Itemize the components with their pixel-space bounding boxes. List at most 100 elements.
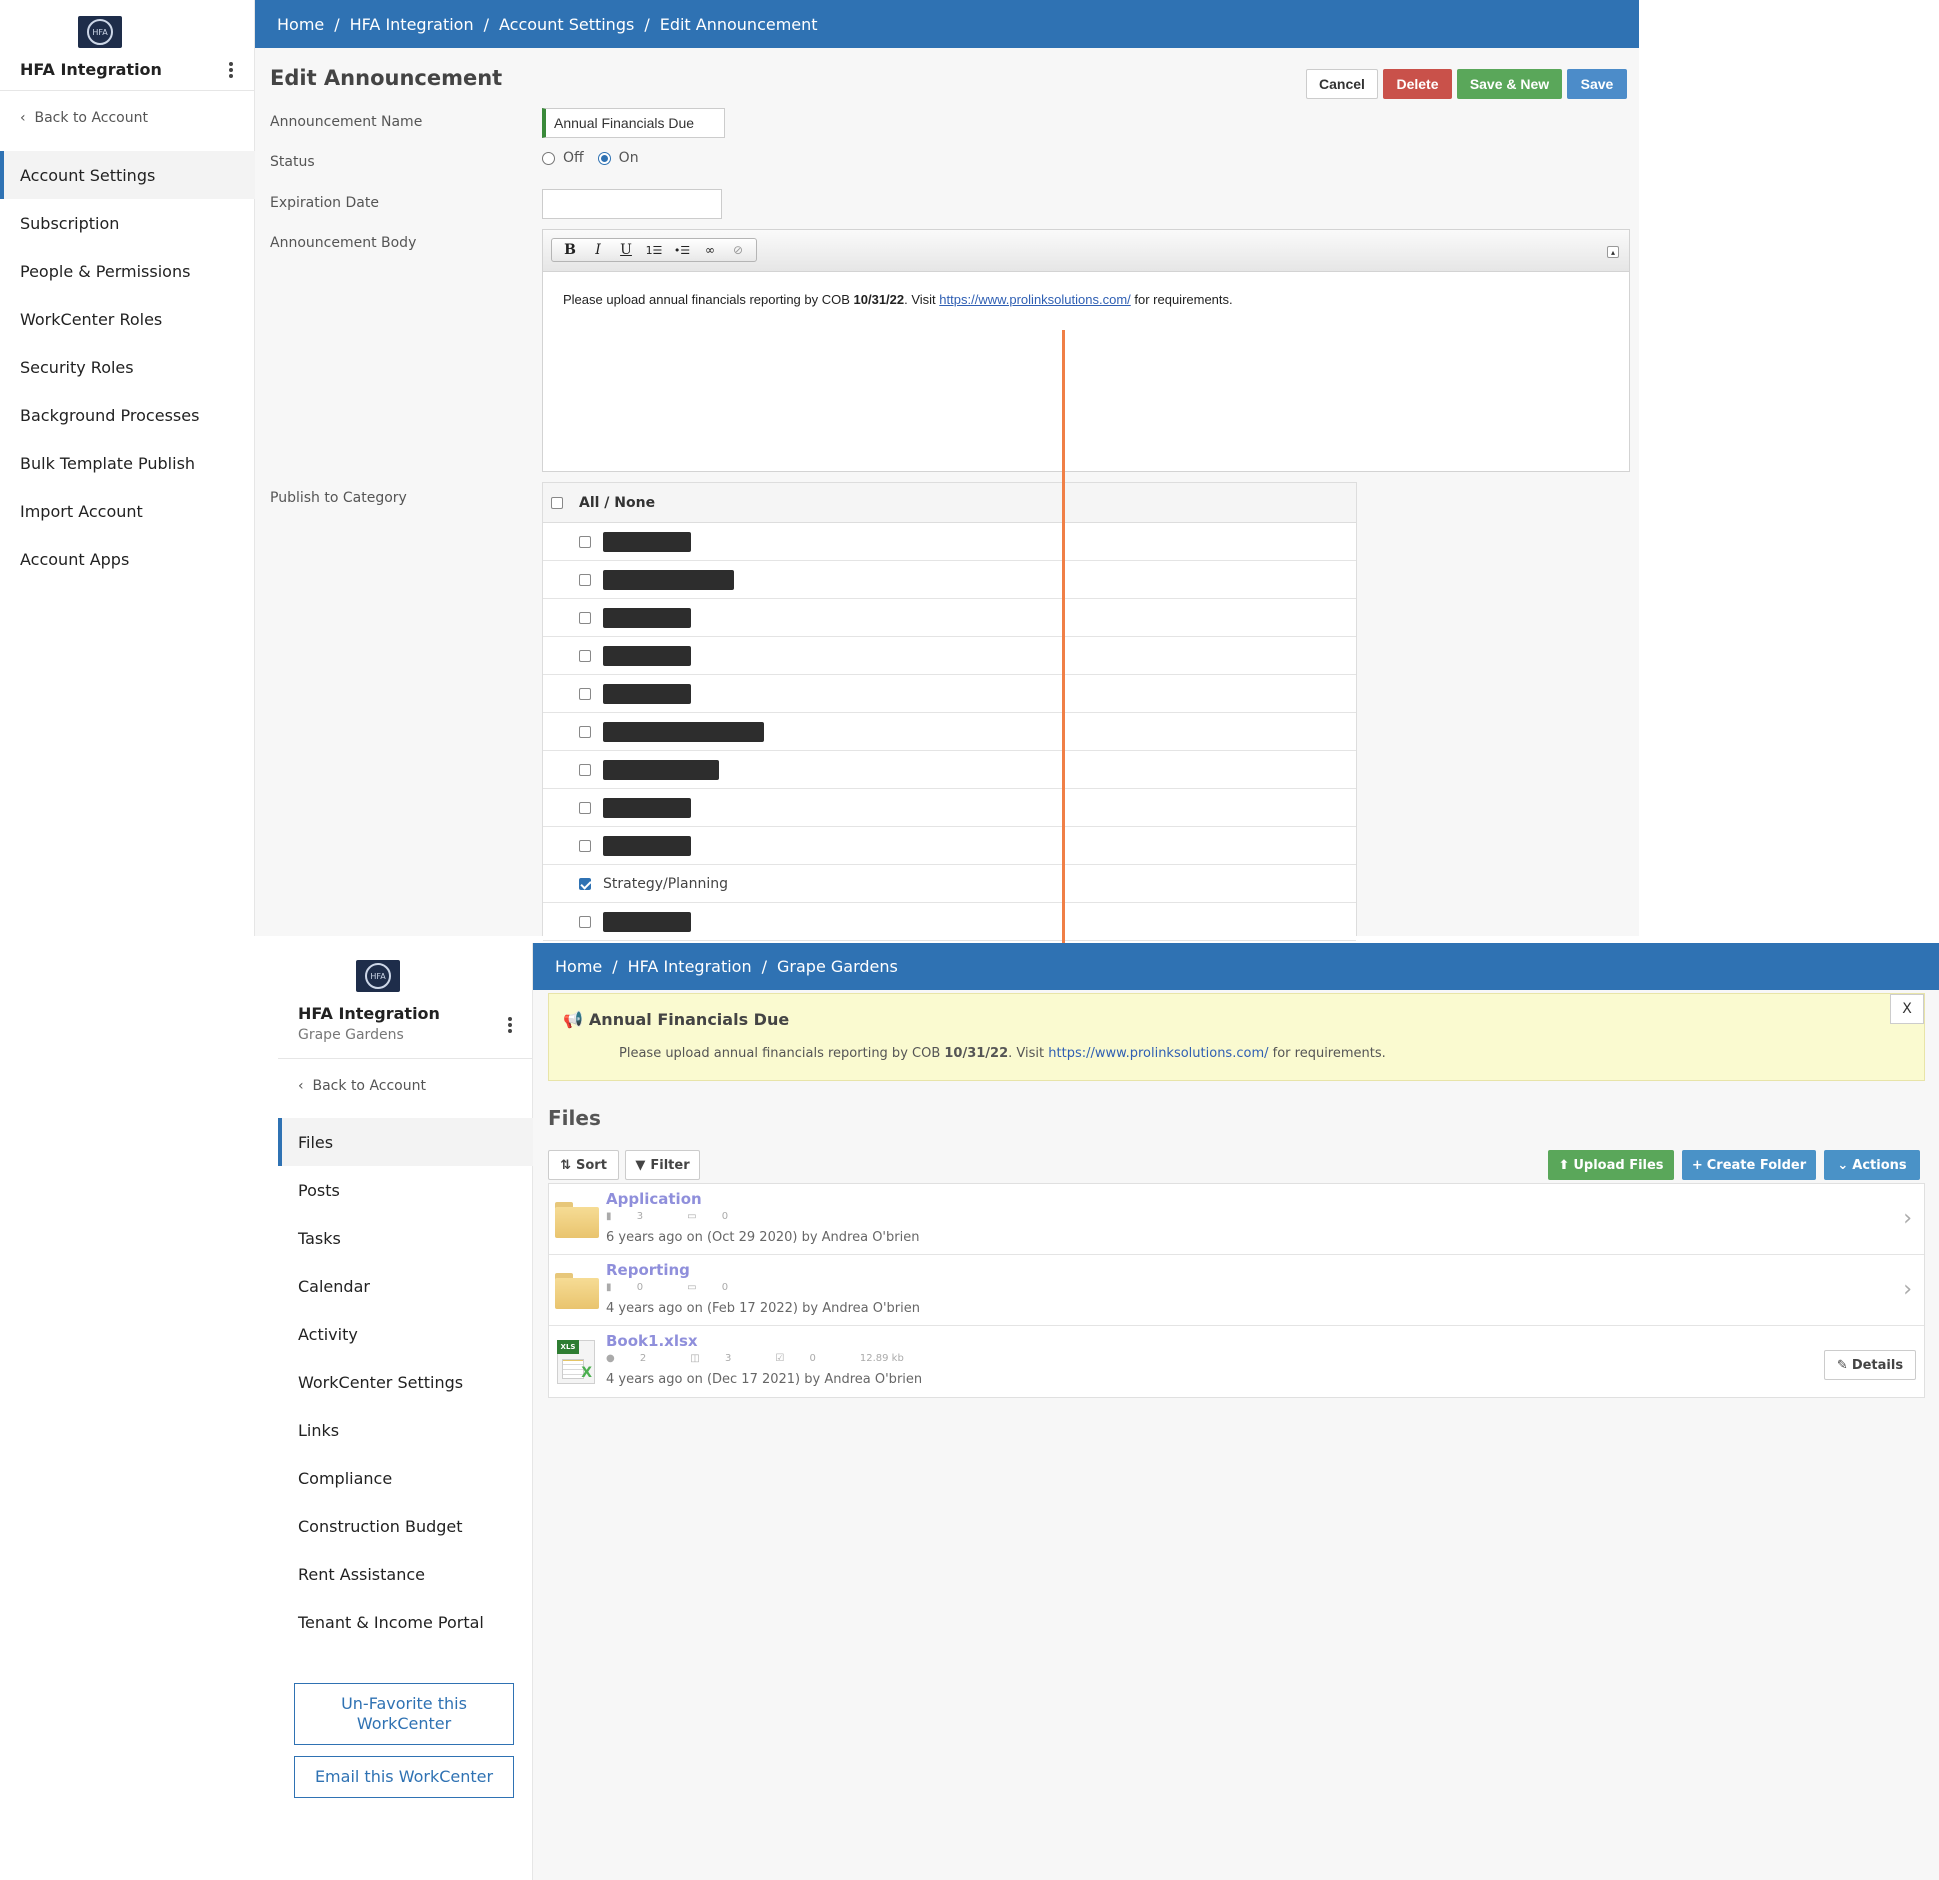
sidebar-item-security-roles[interactable]: Security Roles — [0, 343, 255, 391]
sidebar-item-links[interactable]: Links — [278, 1406, 533, 1454]
unfavorite-workcenter-button[interactable]: Un-Favorite this WorkCenter — [294, 1683, 514, 1745]
org-title: HFA Integration — [298, 1004, 440, 1023]
category-row — [543, 827, 1356, 865]
file-row-reporting[interactable]: Reporting ▮ 0 ▭ 0 4 years ago on (Feb 17 … — [549, 1255, 1924, 1326]
category-checkbox[interactable] — [579, 763, 591, 776]
chevron-down-icon: ⌄ — [1837, 1157, 1849, 1173]
sidebar-item-import-account[interactable]: Import Account — [0, 487, 255, 535]
file-name[interactable]: Application — [606, 1190, 702, 1208]
unlink-icon[interactable]: ⊘ — [724, 243, 752, 257]
sidebar-item-subscription[interactable]: Subscription — [0, 199, 255, 247]
actions-dropdown-button[interactable]: ⌄ Actions — [1824, 1150, 1920, 1180]
sidebar-item-tasks[interactable]: Tasks — [278, 1214, 533, 1262]
redacted-label — [603, 645, 691, 666]
save-button[interactable]: Save — [1567, 69, 1627, 99]
sidebar-item-rent-assistance[interactable]: Rent Assistance — [278, 1550, 533, 1598]
upload-files-button[interactable]: ⬆ Upload Files — [1548, 1150, 1674, 1180]
delete-button[interactable]: Delete — [1383, 69, 1452, 99]
chevron-right-icon[interactable]: › — [1903, 1206, 1912, 1231]
ordered-list-icon[interactable]: 1☰ — [640, 244, 668, 257]
breadcrumb-home[interactable]: Home — [555, 957, 602, 976]
sidebar-item-calendar[interactable]: Calendar — [278, 1262, 533, 1310]
category-row-strategy-planning: Strategy/Planning — [543, 865, 1356, 903]
create-folder-button[interactable]: + Create Folder — [1682, 1150, 1816, 1180]
category-checkbox-checked[interactable] — [579, 877, 591, 890]
breadcrumb-hfa-integration[interactable]: HFA Integration — [350, 15, 474, 34]
breadcrumb-home[interactable]: Home — [277, 15, 324, 34]
sidebar-item-construction-budget[interactable]: Construction Budget — [278, 1502, 533, 1550]
sort-button[interactable]: ⇅ Sort — [548, 1150, 619, 1180]
banner-link[interactable]: https://www.prolinksolutions.com/ — [1048, 1046, 1268, 1061]
save-and-new-button[interactable]: Save & New — [1457, 69, 1562, 99]
file-row-application[interactable]: Application ▮ 3 ▭ 0 6 years ago on (Oct 2… — [549, 1184, 1924, 1255]
redacted-label — [603, 607, 691, 628]
status-on-radio[interactable] — [597, 151, 611, 165]
unordered-list-icon[interactable]: •☰ — [668, 244, 696, 257]
more-options-icon[interactable] — [508, 1017, 512, 1033]
select-all-checkbox[interactable] — [551, 496, 563, 509]
org-title: HFA Integration — [20, 60, 162, 79]
category-checkbox[interactable] — [579, 649, 591, 662]
sidebar-item-account-apps[interactable]: Account Apps — [0, 535, 255, 583]
sidebar-item-posts[interactable]: Posts — [278, 1166, 533, 1214]
link-icon[interactable]: ∞ — [696, 243, 724, 257]
file-meta: ▮ 3 ▭ 0 — [606, 1211, 729, 1222]
body-link[interactable]: https://www.prolinksolutions.com/ — [939, 292, 1130, 307]
sidebar-item-people-permissions[interactable]: People & Permissions — [0, 247, 255, 295]
expiration-date-input[interactable] — [542, 189, 722, 219]
filter-button[interactable]: ▼ Filter — [625, 1150, 700, 1180]
editor-content[interactable]: Please upload annual financials reportin… — [543, 272, 1629, 327]
italic-button[interactable]: I — [584, 242, 612, 258]
redacted-label — [603, 721, 764, 742]
redacted-label — [603, 797, 691, 818]
category-checkbox[interactable] — [579, 687, 591, 700]
sidebar-item-account-settings[interactable]: Account Settings — [0, 151, 255, 199]
back-to-account-link[interactable]: ‹ Back to Account — [20, 110, 148, 126]
category-row — [543, 789, 1356, 827]
underline-button[interactable]: U — [612, 242, 640, 258]
file-meta: ▮ 0 ▭ 0 — [606, 1282, 729, 1293]
sidebar-item-workcenter-settings[interactable]: WorkCenter Settings — [278, 1358, 533, 1406]
category-checkbox[interactable] — [579, 801, 591, 814]
version-icon: ◫ — [690, 1353, 700, 1364]
edit-icon: ✎ — [1836, 1357, 1848, 1373]
workcenter-sidebar: HFA HFA Integration Grape Gardens ‹ Back… — [278, 943, 533, 1880]
status-radio-group: Off On — [542, 150, 639, 166]
category-checkbox[interactable] — [579, 611, 591, 624]
details-button[interactable]: ✎ Details — [1824, 1350, 1916, 1380]
chevron-right-icon[interactable]: › — [1903, 1277, 1912, 1302]
redacted-label — [603, 569, 734, 590]
file-name[interactable]: Reporting — [606, 1261, 690, 1279]
editor-format-group: B I U 1☰ •☰ ∞ ⊘ — [551, 238, 757, 262]
breadcrumb-account-settings[interactable]: Account Settings — [499, 15, 634, 34]
category-checkbox[interactable] — [579, 839, 591, 852]
workcenter-main: Home / HFA Integration / Grape Gardens 📢 A… — [533, 943, 1939, 1880]
plus-icon: + — [1691, 1157, 1703, 1173]
sidebar-item-activity[interactable]: Activity — [278, 1310, 533, 1358]
status-label: Status — [270, 154, 315, 170]
bold-button[interactable]: B — [556, 242, 584, 258]
all-none-label[interactable]: All / None — [579, 495, 655, 511]
cancel-button[interactable]: Cancel — [1306, 69, 1378, 99]
file-row-book1[interactable]: XLS X Book1.xlsx ● 2 ◫ 3 ☑ 0 12.89 kb 4 year… — [549, 1326, 1924, 1397]
file-name[interactable]: Book1.xlsx — [606, 1332, 698, 1350]
category-checkbox[interactable] — [579, 915, 591, 928]
sidebar-item-workcenter-roles[interactable]: WorkCenter Roles — [0, 295, 255, 343]
close-banner-button[interactable]: X — [1890, 994, 1924, 1024]
status-off-radio[interactable] — [542, 151, 555, 165]
email-workcenter-button[interactable]: Email this WorkCenter — [294, 1756, 514, 1798]
category-checkbox[interactable] — [579, 535, 591, 548]
sidebar-item-background-processes[interactable]: Background Processes — [0, 391, 255, 439]
sidebar-item-files[interactable]: Files — [278, 1118, 533, 1166]
more-options-icon[interactable] — [229, 62, 233, 78]
breadcrumb-hfa-integration[interactable]: HFA Integration — [628, 957, 752, 976]
announcement-name-input[interactable]: Annual Financials Due — [542, 108, 725, 138]
sidebar-item-tenant-income-portal[interactable]: Tenant & Income Portal — [278, 1598, 533, 1646]
sidebar-item-bulk-template-publish[interactable]: Bulk Template Publish — [0, 439, 255, 487]
category-checkbox[interactable] — [579, 573, 591, 586]
status-off-label: Off — [563, 150, 584, 166]
sidebar-item-compliance[interactable]: Compliance — [278, 1454, 533, 1502]
category-checkbox[interactable] — [579, 725, 591, 738]
collapse-toolbar-icon[interactable]: ▴ — [1607, 246, 1619, 258]
back-to-account-link[interactable]: ‹ Back to Account — [298, 1078, 426, 1094]
